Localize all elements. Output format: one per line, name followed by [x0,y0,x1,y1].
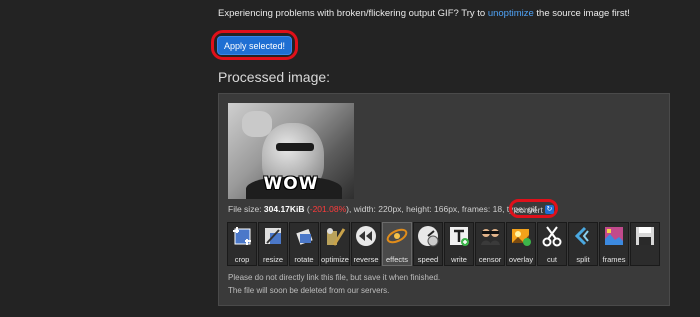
frames-icon [605,227,623,245]
save-icon [636,227,654,245]
gif-problem-notice: Experiencing problems with broken/flicke… [218,8,630,19]
preview-hand [242,111,272,137]
preview-caption: WOW [263,174,319,194]
tool-crop[interactable]: crop [227,222,257,266]
tool-write[interactable]: write [444,222,474,266]
tool-split[interactable]: split [568,222,598,266]
tool-censor[interactable]: censor [475,222,505,266]
crop-icon [233,227,251,245]
tool-label: censor [478,255,502,264]
optimize-icon [327,228,346,246]
censor-icon [481,229,500,245]
file-info: File size: 304.17KiB (-201.08%), width: … [228,204,537,214]
tool-optimize[interactable]: optimize [320,222,350,266]
overlay-icon [512,229,531,246]
write-icon [450,227,469,246]
convert-link[interactable]: convert ↻ [515,204,554,215]
tool-resize[interactable]: resize [258,222,288,266]
tool-rotate[interactable]: rotate [289,222,319,266]
tool-label: reverse [353,255,379,264]
tool-label: split [576,255,590,264]
page: Experiencing problems with broken/flicke… [0,0,700,317]
tool-overlay[interactable]: overlay [506,222,536,266]
deletion-note: The file will soon be deleted from our s… [228,286,390,295]
tool-label: speed [417,255,439,264]
convert-arrow-icon: ↻ [544,205,554,214]
notice-text-after: the source image first! [533,8,630,19]
convert-label: convert [515,204,543,215]
preview-glasses [276,143,314,151]
unoptimize-link[interactable]: unoptimize [488,8,534,19]
tool-speed[interactable]: speed [413,222,443,266]
speed-icon [418,226,439,247]
tool-save[interactable] [630,222,660,266]
file-size-label: File size: [228,204,264,214]
tool-label: rotate [294,255,314,264]
file-size-value: 304.17KiB [263,204,305,214]
tool-label: overlay [508,255,534,264]
tool-reverse[interactable]: reverse [351,222,381,266]
tool-cut[interactable]: cut [537,222,567,266]
effects-icon [386,228,408,244]
tool-effects[interactable]: effects [382,222,412,266]
rotate-icon [296,228,313,245]
resize-icon [265,228,281,244]
processed-image-preview: WOW [228,103,354,199]
tool-label: write [451,255,467,264]
notice-text-before: Experiencing problems with broken/flicke… [218,8,488,19]
tool-frames[interactable]: frames [599,222,629,266]
reverse-icon [356,226,376,246]
tool-label: effects [386,255,408,264]
processed-image-heading: Processed image: [218,69,331,85]
scissors-icon [542,226,562,247]
tool-label: frames [602,255,626,264]
tool-label: optimize [321,255,349,264]
tool-label: cut [546,255,557,264]
hotlink-note: Please do not directly link this file, b… [228,273,441,282]
tool-label: crop [234,255,250,264]
tool-label: resize [262,255,283,264]
file-size-change: -201.08% [309,204,347,214]
apply-selected-button[interactable]: Apply selected! [217,36,292,55]
file-info-rest: ), width: 220px, height: 166px, frames: … [346,204,537,214]
split-icon [574,226,589,246]
